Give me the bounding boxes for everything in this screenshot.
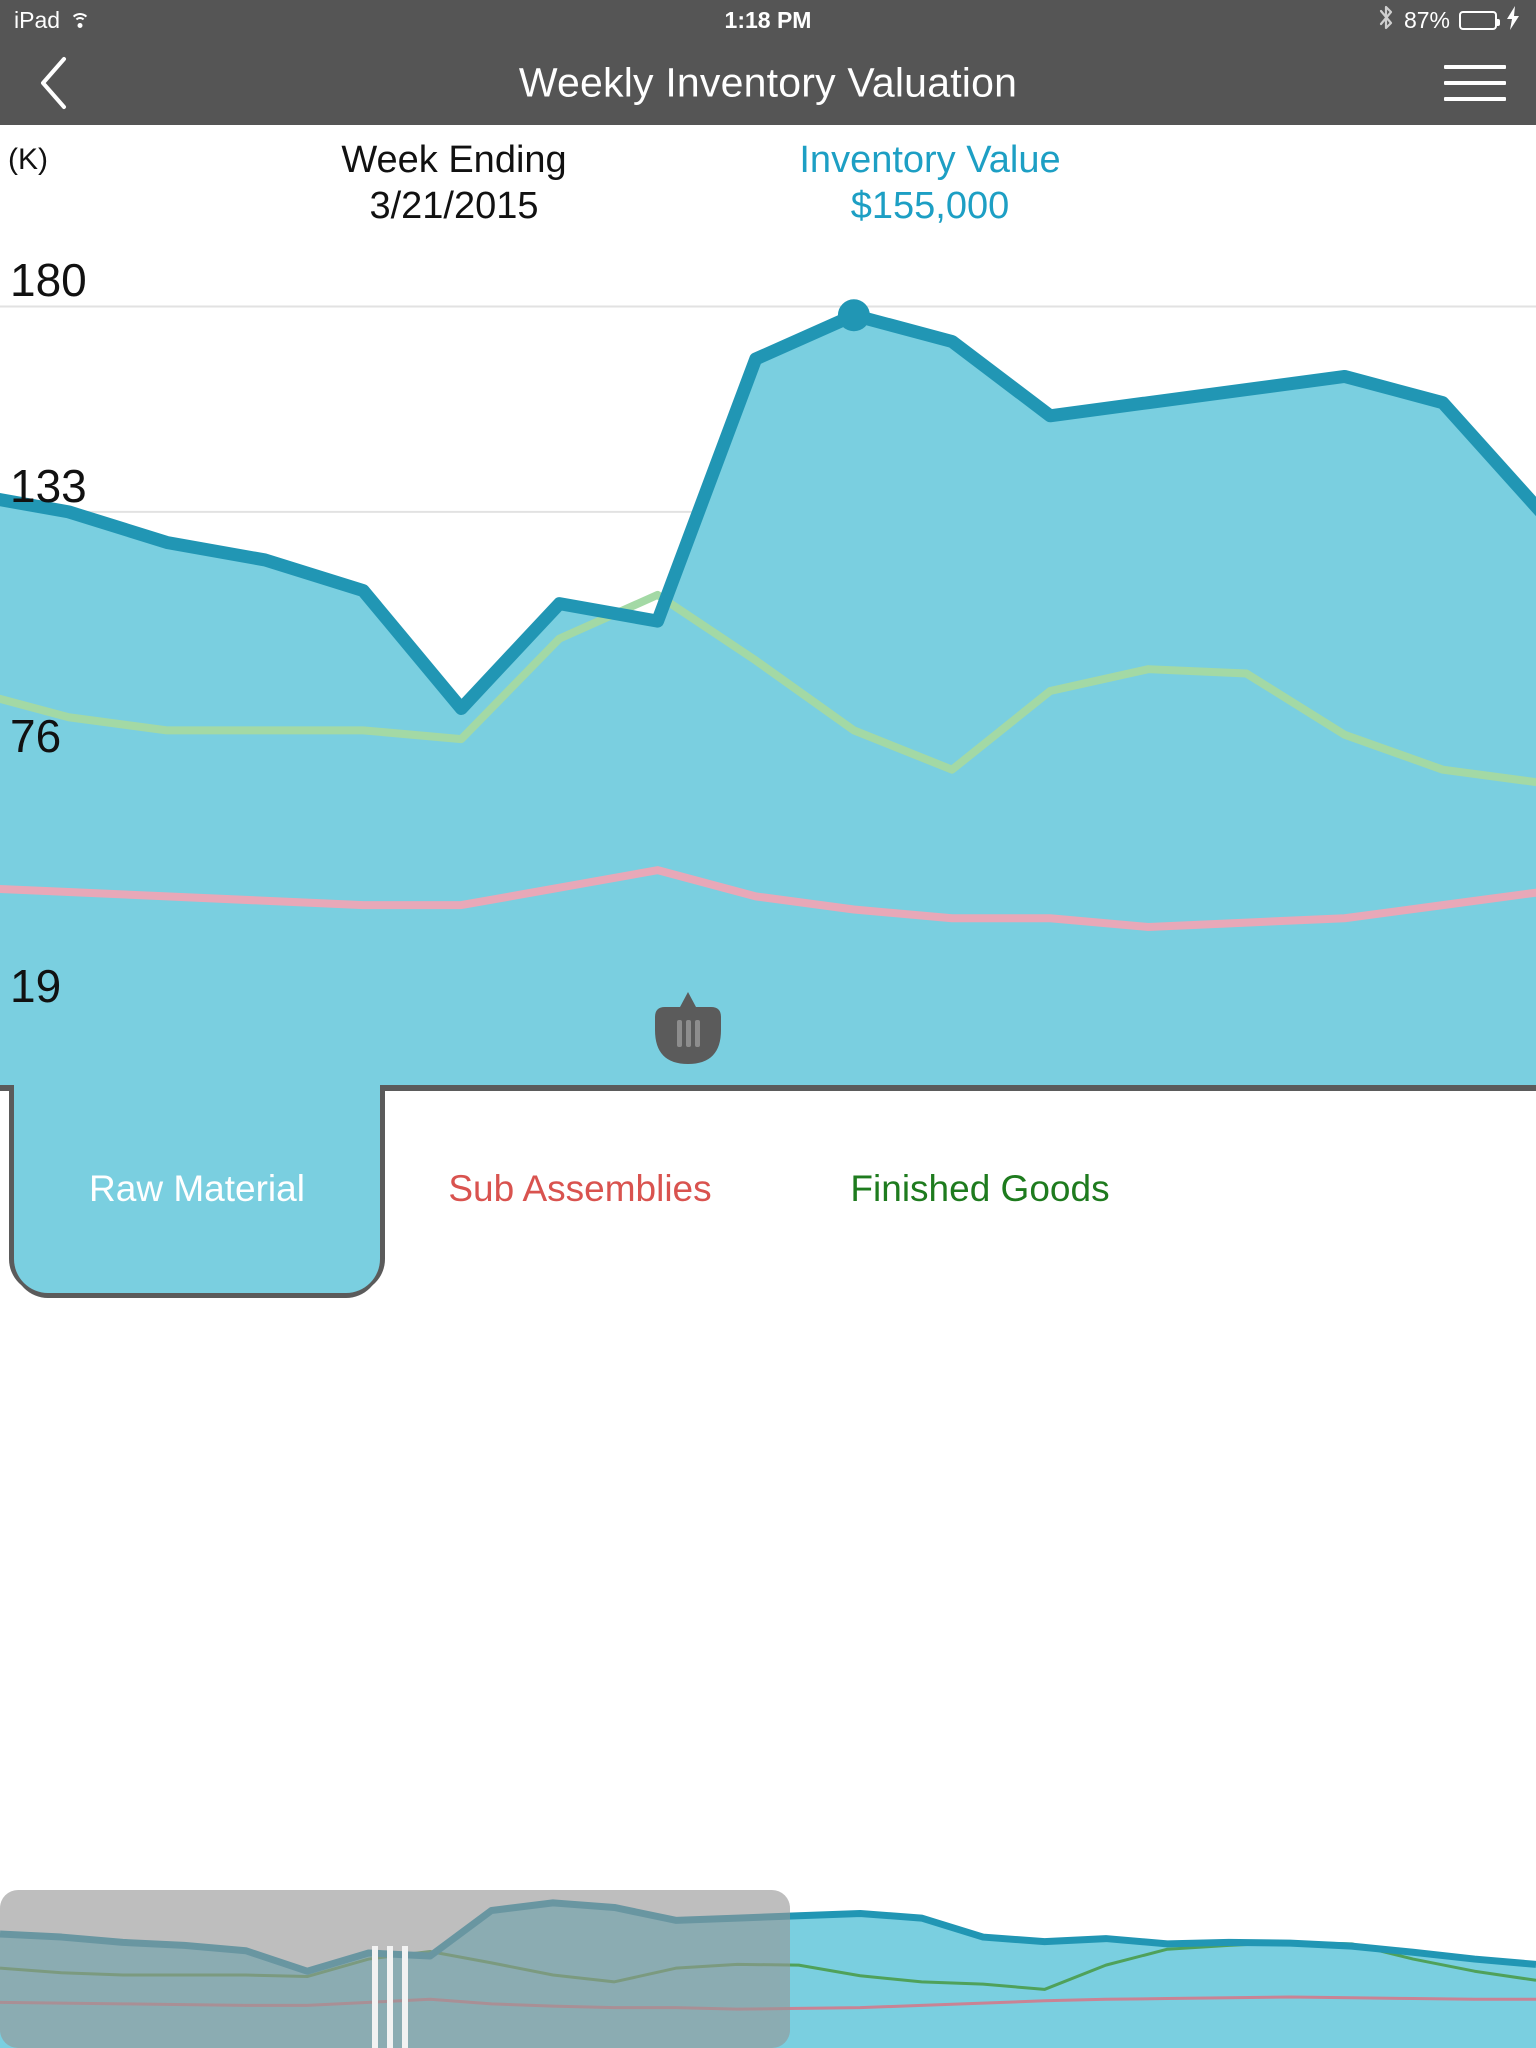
status-bar-clock: 1:18 PM bbox=[724, 7, 812, 33]
y-axis-tick: 76 bbox=[10, 710, 62, 762]
tab-label: Sub Assemblies bbox=[448, 1168, 712, 1209]
tab-label: Finished Goods bbox=[850, 1168, 1110, 1209]
y-axis-tick: 180 bbox=[10, 254, 87, 306]
battery-percent-label: 87% bbox=[1403, 7, 1450, 33]
battery-nub bbox=[1497, 19, 1500, 26]
drag-handle-shield-icon[interactable] bbox=[655, 992, 721, 1064]
status-bar: iPad 1:18 PM 87% bbox=[0, 0, 1536, 41]
grip-line bbox=[402, 1946, 409, 2048]
inventory-value-amount: $155,000 bbox=[850, 185, 1010, 227]
tab-finished-goods[interactable]: Finished Goods bbox=[790, 1085, 1170, 1293]
range-scrubber[interactable] bbox=[0, 1890, 1536, 2048]
status-bar-right: 87% bbox=[1378, 5, 1520, 36]
page-title: Weekly Inventory Valuation bbox=[518, 59, 1018, 106]
battery-icon bbox=[1459, 11, 1500, 30]
grip-line bbox=[372, 1946, 379, 2048]
y-axis-tick: 19 bbox=[10, 960, 62, 1012]
bluetooth-icon bbox=[1378, 5, 1395, 36]
grip-line bbox=[387, 1946, 394, 2048]
chart-canvas bbox=[0, 299, 1536, 1093]
menu-line bbox=[1444, 97, 1506, 101]
chart-readout-header: (K) Week Ending 3/21/2015 Inventory Valu… bbox=[0, 125, 1536, 241]
series-tab-bar: Raw Material Sub Assemblies Finished Goo… bbox=[0, 1085, 1536, 1293]
y-axis-tick: 133 bbox=[10, 460, 87, 512]
inventory-value-label: Inventory Value bbox=[799, 139, 1061, 181]
week-ending-value: 3/21/2015 bbox=[369, 185, 539, 227]
hamburger-menu-icon[interactable] bbox=[1444, 57, 1506, 109]
navigation-bar: Weekly Inventory Valuation bbox=[0, 41, 1536, 125]
tab-sub-assemblies[interactable]: Sub Assemblies bbox=[390, 1085, 770, 1293]
tab-raw-material[interactable]: Raw Material bbox=[14, 1085, 380, 1293]
lightning-bolt-icon bbox=[1506, 5, 1520, 36]
scrubber-grip-icon[interactable] bbox=[372, 1946, 409, 2048]
inventory-chart[interactable]: 180 133 76 19 bbox=[0, 241, 1536, 1093]
week-ending-readout: Week Ending 3/21/2015 bbox=[244, 137, 664, 229]
inventory-value-readout: Inventory Value $155,000 bbox=[720, 137, 1140, 229]
menu-line bbox=[1444, 65, 1506, 69]
y-axis-unit-label: (K) bbox=[8, 143, 48, 176]
week-ending-label: Week Ending bbox=[341, 139, 567, 181]
tab-label: Raw Material bbox=[89, 1168, 305, 1209]
menu-line bbox=[1444, 81, 1506, 85]
